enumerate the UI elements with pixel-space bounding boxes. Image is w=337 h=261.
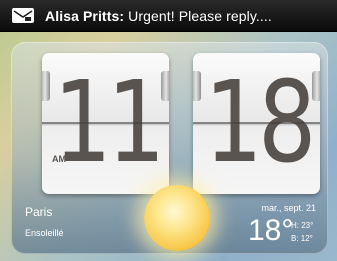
flip-hinge <box>161 71 169 101</box>
high-temperature: H: 23° <box>291 221 314 230</box>
flip-hinge <box>42 71 50 101</box>
minutes-digits: 18 <box>204 58 316 188</box>
sun-icon <box>144 185 210 251</box>
clock-weather-widget[interactable]: 11 AM 18 Paris Ensoleillé mar., sept. 21… <box>11 42 328 254</box>
flip-hinge <box>312 71 320 101</box>
flip-hinge <box>193 71 201 101</box>
hours-digits: 11 <box>53 58 165 188</box>
notification-text: Alisa Pritts: Urgent! Please reply.... <box>45 8 272 24</box>
notification-sender: Alisa Pritts: <box>45 7 125 24</box>
minutes-flip-card[interactable]: 18 <box>193 53 320 194</box>
notification-bar[interactable]: Alisa Pritts: Urgent! Please reply.... <box>0 0 337 32</box>
home-screen: Alisa Pritts: Urgent! Please reply.... 1… <box>0 0 337 261</box>
high-low-temperature: H: 23° B: 12° <box>291 219 313 245</box>
low-temperature: B: 12° <box>291 234 313 243</box>
mail-icon <box>12 8 34 23</box>
ampm-label: AM <box>52 154 66 164</box>
weather-date: mar., sept. 21 <box>261 203 316 213</box>
weather-city: Paris <box>25 205 53 219</box>
notification-message: Urgent! Please reply.... <box>128 7 272 24</box>
weather-condition: Ensoleillé <box>25 228 64 238</box>
hours-flip-card[interactable]: 11 AM <box>42 53 169 194</box>
current-temperature: 18° <box>248 214 294 247</box>
